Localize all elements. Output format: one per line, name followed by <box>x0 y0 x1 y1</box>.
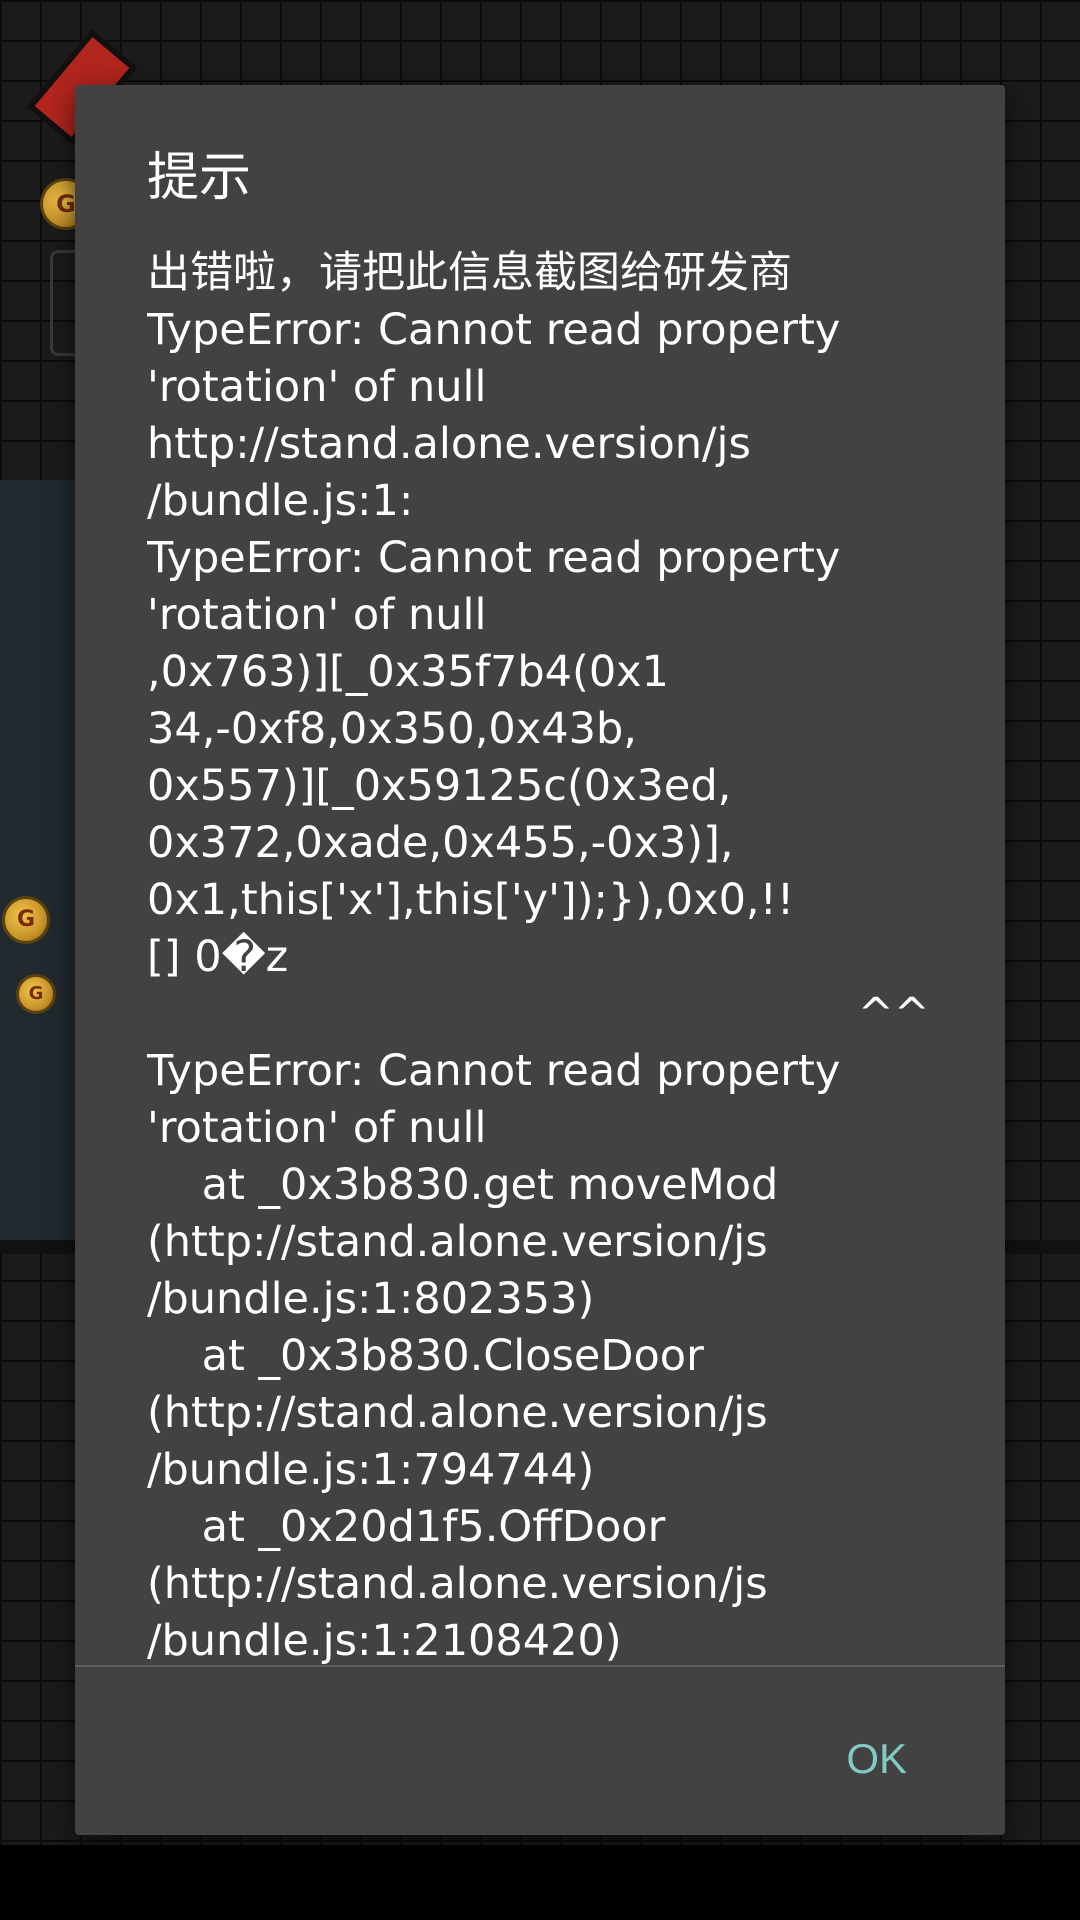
error-dialog: 提示 出错啦，请把此信息截图给研发商 TypeError: Cannot rea… <box>75 85 1005 1835</box>
coin-icon: G <box>2 896 50 944</box>
dialog-divider <box>75 1665 1005 1667</box>
error-message-text: 出错啦，请把此信息截图给研发商 TypeError: Cannot read p… <box>147 248 930 1666</box>
coin-icon: G <box>16 974 56 1014</box>
game-side-panel <box>0 480 80 1240</box>
bottom-black-bar <box>0 1845 1080 1920</box>
ok-button[interactable]: OK <box>838 1725 915 1793</box>
dialog-title: 提示 <box>147 148 252 208</box>
dialog-message-scroll[interactable]: 出错啦，请把此信息截图给研发商 TypeError: Cannot read p… <box>147 245 937 1748</box>
